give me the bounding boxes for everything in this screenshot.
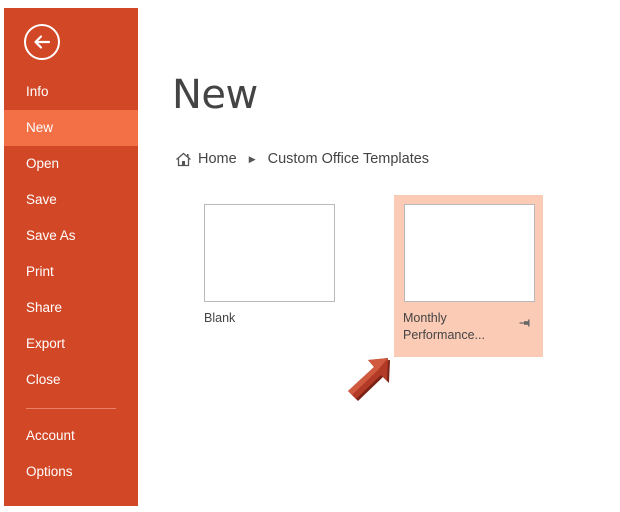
menu-item-close[interactable]: Close: [4, 362, 138, 398]
pin-icon[interactable]: [519, 318, 531, 328]
breadcrumb: Home ▶ Custom Office Templates: [175, 148, 429, 170]
page-title: New: [172, 72, 258, 118]
template-thumbnail: [404, 204, 535, 302]
template-label: Blank: [204, 311, 236, 325]
menu-item-options[interactable]: Options: [4, 454, 138, 490]
template-blank[interactable]: Blank: [194, 195, 344, 357]
menu-item-account[interactable]: Account: [4, 418, 138, 454]
template-label-line1: Monthly: [403, 311, 447, 325]
breadcrumb-home[interactable]: Home: [175, 151, 237, 167]
pointer-arrow-icon: [348, 358, 390, 401]
menu-item-new[interactable]: New: [4, 110, 138, 146]
back-arrow-icon: [34, 35, 51, 49]
template-monthly-performance[interactable]: Monthly Performance...: [394, 195, 543, 357]
breadcrumb-home-label: Home: [198, 151, 237, 167]
menu-item-save[interactable]: Save: [4, 182, 138, 218]
menu-item-info[interactable]: Info: [4, 74, 138, 110]
menu-item-print[interactable]: Print: [4, 254, 138, 290]
menu-item-open[interactable]: Open: [4, 146, 138, 182]
template-thumbnail: [204, 204, 335, 302]
breadcrumb-current[interactable]: Custom Office Templates: [268, 151, 429, 167]
caret-right-icon: ▶: [248, 153, 256, 164]
backstage-view: Info New Open Save Save As Print Share E…: [0, 0, 620, 512]
backstage-sidebar: Info New Open Save Save As Print Share E…: [4, 8, 138, 506]
sidebar-divider: [26, 408, 116, 409]
menu-item-share[interactable]: Share: [4, 290, 138, 326]
template-label: Monthly Performance...: [403, 310, 513, 344]
menu-item-export[interactable]: Export: [4, 326, 138, 362]
home-icon: [176, 152, 191, 166]
back-button[interactable]: [24, 24, 60, 60]
template-label-line2: Performance...: [403, 328, 485, 342]
menu-item-save-as[interactable]: Save As: [4, 218, 138, 254]
